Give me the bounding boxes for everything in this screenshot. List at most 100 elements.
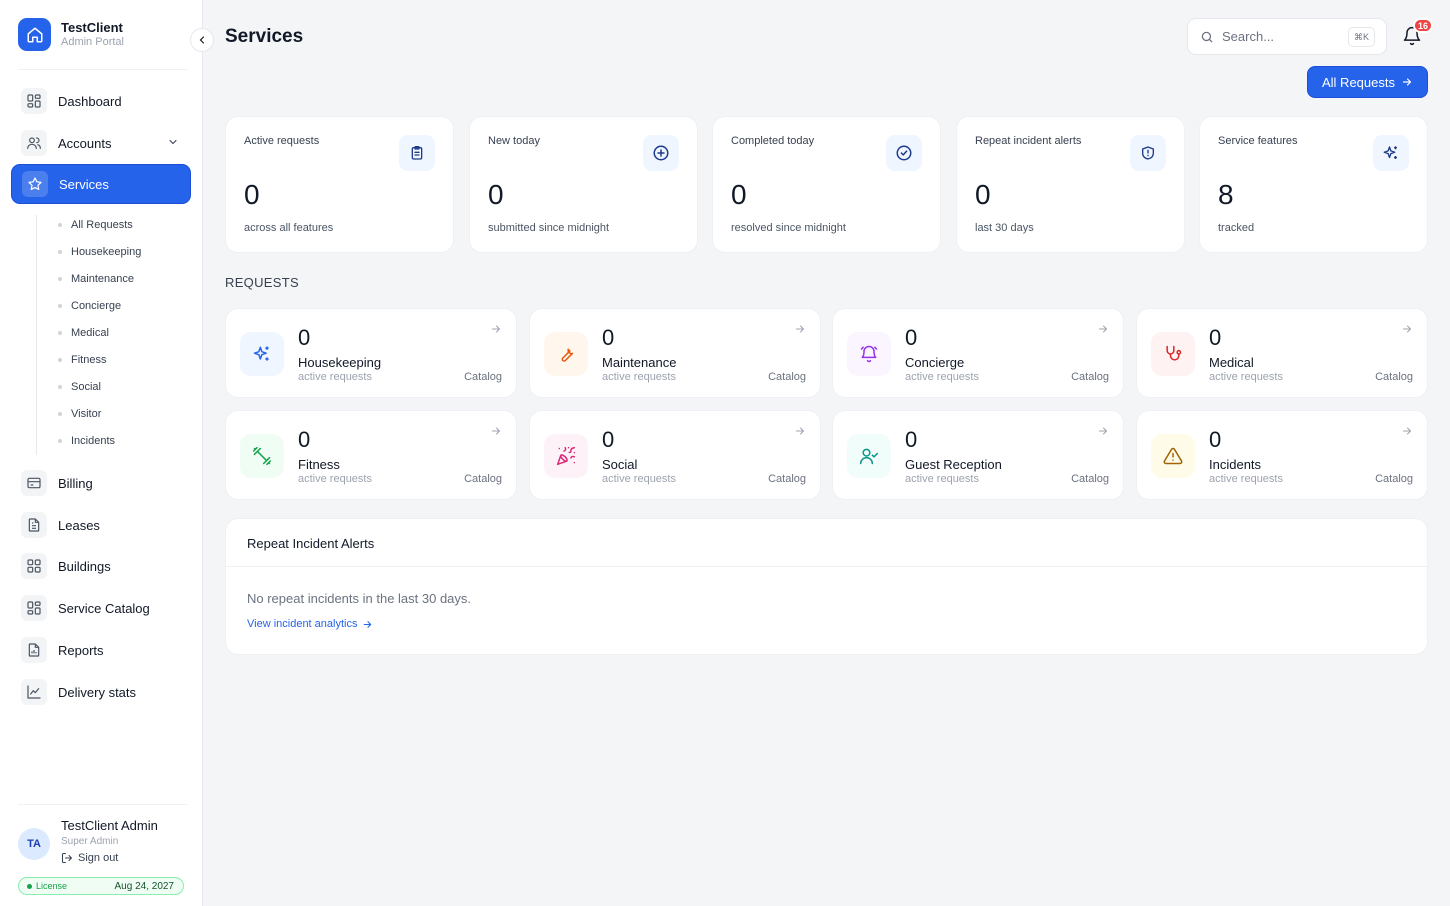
license-badge: License Aug 24, 2027 [18, 877, 184, 895]
collapse-sidebar-button[interactable] [190, 28, 214, 52]
request-card-maintenance[interactable]: 0 Maintenance active requests Catalog [529, 308, 821, 398]
panel-title: Repeat Incident Alerts [247, 536, 375, 551]
request-count: 0 [905, 325, 918, 350]
request-card-concierge[interactable]: 0 Concierge active requests Catalog [832, 308, 1124, 398]
arrow-right-icon [1099, 325, 1107, 333]
request-card-fitness[interactable]: 0 Fitness active requests Catalog [225, 410, 517, 500]
sidebar-item-billing[interactable]: Billing [11, 463, 191, 503]
request-name: Housekeeping [298, 355, 382, 370]
request-name: Concierge [905, 355, 965, 370]
brand-name: TestClient [61, 20, 123, 35]
arrow-right-icon [492, 325, 500, 333]
stat-card-service-features: Service features 8 tracked [1199, 116, 1428, 253]
sidebar-item-leases[interactable]: Leases [11, 505, 191, 545]
request-count: 0 [905, 427, 918, 452]
catalog-link[interactable]: Catalog [1375, 473, 1413, 485]
stat-subtext: across all features [244, 222, 334, 234]
chevron-down-icon[interactable] [167, 136, 179, 148]
sidebar-item-services[interactable]: Services [11, 164, 191, 204]
avatar: TA [18, 828, 50, 860]
request-card-incidents[interactable]: 0 Incidents active requests Catalog [1136, 410, 1428, 500]
request-card-housekeeping[interactable]: 0 Housekeeping active requests Catalog [225, 308, 517, 398]
users-icon [21, 130, 47, 156]
catalog-link[interactable]: Catalog [1375, 371, 1413, 383]
sign-out-button[interactable]: Sign out [61, 852, 158, 864]
license-label: License [36, 881, 68, 891]
stat-label: Repeat incident alerts [975, 135, 1082, 147]
request-name: Guest Reception [905, 457, 1002, 472]
sidebar-item-dashboard[interactable]: Dashboard [11, 81, 191, 121]
arrow-right-icon [1403, 427, 1411, 435]
sidebar-item-label: Billing [58, 475, 93, 491]
request-subtext: active requests [602, 371, 676, 383]
sidebar-item-buildings[interactable]: Buildings [11, 546, 191, 586]
subnav-item-housekeeping[interactable]: Housekeeping [58, 244, 141, 260]
request-subtext: active requests [1209, 371, 1283, 383]
document-icon [21, 512, 47, 538]
request-subtext: active requests [298, 473, 372, 485]
request-card-medical[interactable]: 0 Medical active requests Catalog [1136, 308, 1428, 398]
grid-icon [21, 553, 47, 579]
catalog-link[interactable]: Catalog [768, 473, 806, 485]
request-name: Incidents [1209, 457, 1262, 472]
stethoscope-icon [1151, 332, 1195, 376]
status-dot [27, 883, 32, 889]
arrow-right-icon [492, 427, 500, 435]
arrow-right-icon [1099, 427, 1107, 435]
search-input[interactable] [1222, 29, 1342, 44]
search-box[interactable]: ⌘K [1187, 18, 1387, 55]
subnav-item-concierge[interactable]: Concierge [58, 298, 121, 314]
subnav-item-social[interactable]: Social [58, 379, 101, 395]
sidebar-item-label: Services [59, 176, 109, 192]
stat-subtext: tracked [1218, 222, 1255, 234]
stat-value: 0 [975, 179, 991, 210]
arrow-right-icon [1403, 325, 1411, 333]
sidebar-item-label: Accounts [58, 135, 112, 151]
home-icon [18, 18, 51, 51]
stat-card-active-requests: Active requests 0 across all features [225, 116, 454, 253]
stat-card-completed-today: Completed today 0 resolved since midnigh… [712, 116, 941, 253]
sidebar-item-reports[interactable]: Reports [11, 630, 191, 670]
request-card-social[interactable]: 0 Social active requests Catalog [529, 410, 821, 500]
request-subtext: active requests [298, 371, 372, 383]
sidebar-item-accounts[interactable]: Accounts [11, 123, 191, 163]
notification-badge: 16 [1413, 18, 1434, 33]
brand[interactable]: TestClient Admin Portal [18, 18, 124, 51]
chevron-left-icon [199, 36, 205, 44]
catalog-link[interactable]: Catalog [464, 473, 502, 485]
sidebar-item-service-catalog[interactable]: Service Catalog [11, 588, 191, 628]
arrow-right-icon [796, 325, 804, 333]
sidebar: TestClient Admin Portal Dashboard Accoun… [0, 0, 203, 906]
plus-circle-icon [643, 135, 679, 171]
sidebar-item-label: Reports [58, 642, 104, 658]
view-incident-analytics-link[interactable]: View incident analytics [247, 618, 373, 630]
stat-label: Active requests [244, 135, 320, 147]
sidebar-item-delivery-stats[interactable]: Delivery stats [11, 672, 191, 712]
arrow-right-icon [796, 427, 804, 435]
sidebar-divider [18, 69, 187, 70]
bell-concierge-icon [847, 332, 891, 376]
catalog-link[interactable]: Catalog [768, 371, 806, 383]
subnav-item-all-requests[interactable]: All Requests [58, 217, 133, 233]
subnav-item-visitor[interactable]: Visitor [58, 406, 101, 422]
catalog-link[interactable]: Catalog [464, 371, 502, 383]
request-count: 0 [298, 427, 311, 452]
clipboard-icon [399, 135, 435, 171]
stat-label: New today [488, 135, 540, 147]
subnav-item-maintenance[interactable]: Maintenance [58, 271, 134, 287]
request-card-guest-reception[interactable]: 0 Guest Reception active requests Catalo… [832, 410, 1124, 500]
subnav-item-medical[interactable]: Medical [58, 325, 109, 341]
catalog-link[interactable]: Catalog [1071, 371, 1109, 383]
all-requests-button[interactable]: All Requests [1307, 66, 1428, 98]
subnav-item-fitness[interactable]: Fitness [58, 352, 106, 368]
section-title-requests: REQUESTS [225, 275, 299, 290]
request-name: Social [602, 457, 638, 472]
subnav-item-incidents[interactable]: Incidents [58, 433, 115, 449]
party-popper-icon [544, 434, 588, 478]
stat-value: 0 [731, 179, 747, 210]
request-subtext: active requests [1209, 473, 1283, 485]
log-out-icon [62, 853, 72, 863]
empty-state-text: No repeat incidents in the last 30 days. [247, 591, 472, 606]
catalog-link[interactable]: Catalog [1071, 473, 1109, 485]
arrow-right-icon [1402, 78, 1412, 86]
